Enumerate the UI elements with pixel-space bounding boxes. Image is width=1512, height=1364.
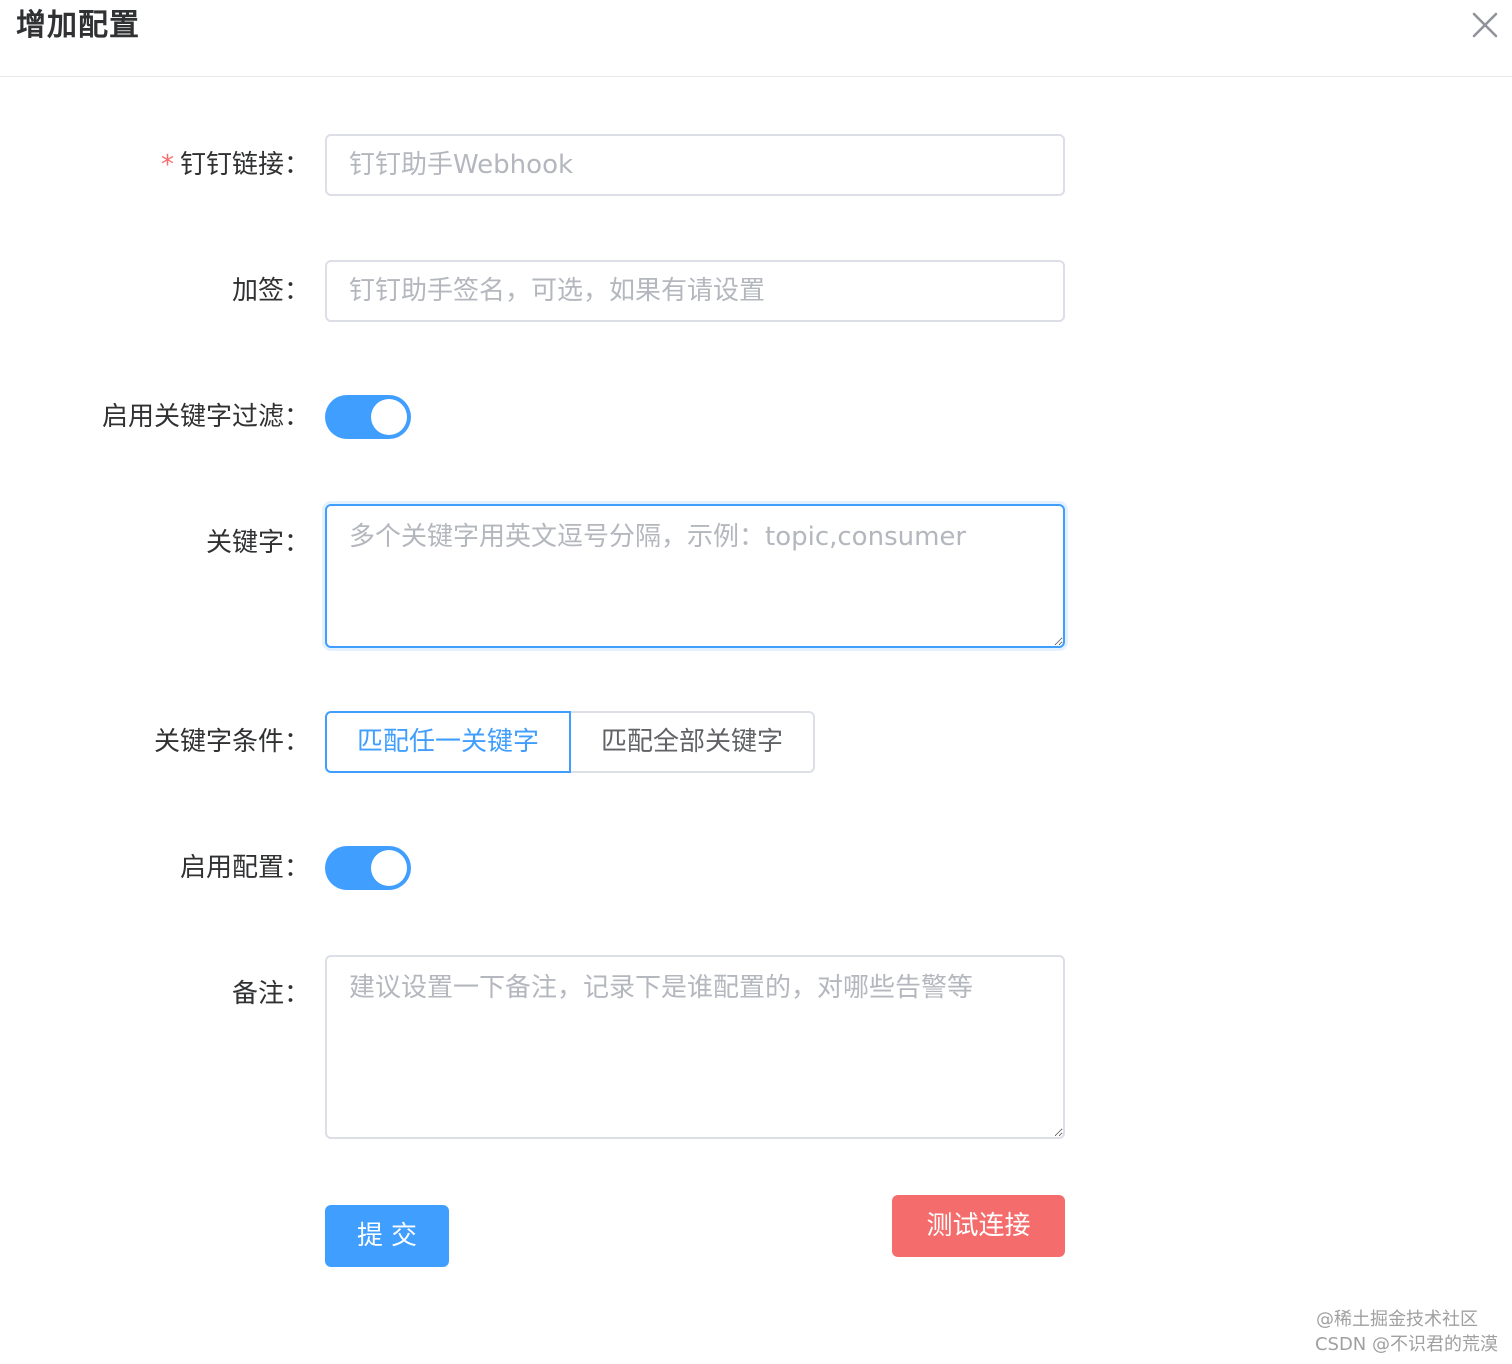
add-config-dialog: 增加配置 *钉钉链接： 加签： 启用关键字过滤： 关键字： 关键字条件： 匹配任… — [0, 0, 1512, 1364]
enable-config-switch[interactable] — [325, 846, 411, 890]
switch-knob — [371, 850, 407, 886]
test-connection-button[interactable]: 测试连接 — [892, 1195, 1065, 1257]
radio-match-all[interactable]: 匹配全部关键字 — [571, 711, 816, 773]
keywords-label: 关键字： — [205, 528, 310, 558]
close-button[interactable] — [1468, 8, 1502, 42]
webhook-label-text: 钉钉链接： — [179, 150, 310, 180]
keyword-filter-label: 启用关键字过滤： — [101, 402, 310, 432]
sign-label: 加签： — [231, 276, 310, 306]
close-icon — [1472, 12, 1498, 38]
keyword-filter-switch[interactable] — [325, 395, 411, 439]
remark-label: 备注： — [231, 979, 310, 1009]
switch-knob — [371, 399, 407, 435]
required-mark: * — [160, 150, 174, 180]
radio-match-any[interactable]: 匹配任一关键字 — [325, 711, 572, 773]
remark-textarea[interactable] — [325, 955, 1065, 1139]
submit-button[interactable]: 提交 — [325, 1205, 449, 1267]
webhook-input[interactable] — [325, 134, 1065, 196]
enable-config-label: 启用配置： — [179, 853, 310, 883]
webhook-label: * 钉钉链接： — [161, 134, 310, 196]
watermark-line-1: @稀土掘金技术社区 — [1316, 1309, 1478, 1330]
keyword-condition-label: 关键字条件： — [153, 727, 310, 757]
sign-input[interactable] — [325, 260, 1065, 322]
dialog-header: 增加配置 — [0, 0, 1512, 77]
keywords-textarea[interactable] — [325, 504, 1065, 648]
watermark-line-2: CSDN @不识君的荒漠 — [1314, 1334, 1498, 1355]
keyword-condition-radio-group: 匹配任一关键字 匹配全部关键字 — [325, 711, 816, 773]
dialog-title: 增加配置 — [16, 8, 140, 43]
